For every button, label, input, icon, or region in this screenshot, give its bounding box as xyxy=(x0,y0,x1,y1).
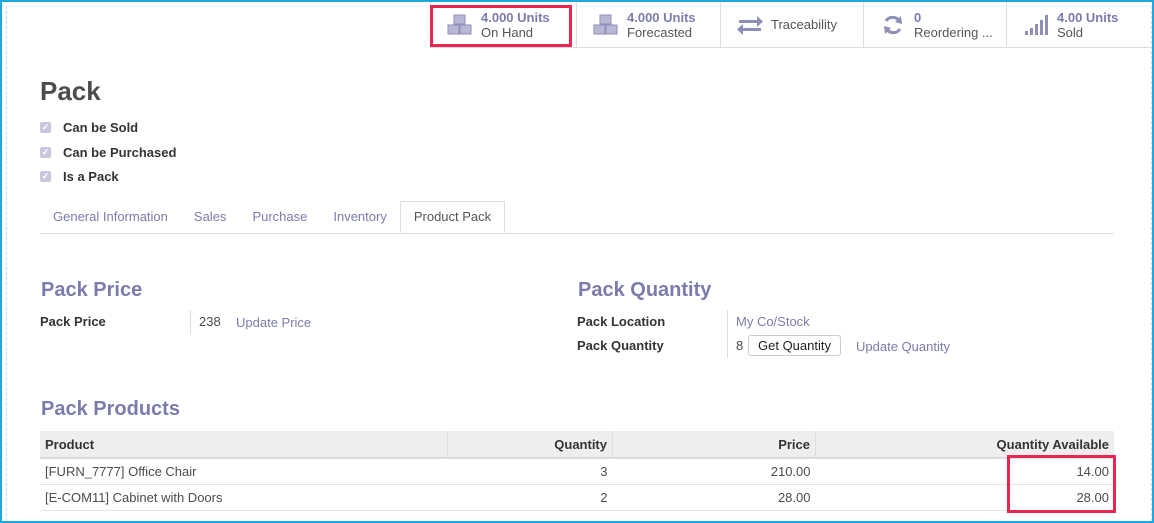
tab-general-information[interactable]: General Information xyxy=(40,201,181,233)
is-a-pack-row[interactable]: ✓ Is a Pack xyxy=(40,169,119,184)
smart-button-box: 4.000 Units On Hand 4.000 Units Forecasted… xyxy=(430,2,1152,48)
notebook-tabs: General Information Sales Purchase Inven… xyxy=(40,201,1114,234)
tab-inventory[interactable]: Inventory xyxy=(320,201,399,233)
pack-quantity-label: Pack Quantity xyxy=(577,338,664,353)
checkbox-is-a-pack[interactable]: ✓ xyxy=(40,171,51,182)
reordering-label: Reordering ... xyxy=(914,24,993,40)
tab-product-pack[interactable]: Product Pack xyxy=(399,201,506,233)
cubes-icon xyxy=(445,11,475,39)
quantity-available-cell: 14.00 xyxy=(815,458,1114,485)
pack-products-table: Product Quantity Price Quantity Availabl… xyxy=(40,431,1114,511)
table-row[interactable]: [FURN_7777] Office Chair 3 210.00 14.00 xyxy=(40,458,1114,485)
forecasted-value: 4.000 Units xyxy=(627,9,696,25)
product-cell: [FURN_7777] Office Chair xyxy=(40,458,448,485)
on-hand-value: 4.000 Units xyxy=(481,9,550,25)
quantity-available-cell: 28.00 xyxy=(815,484,1114,511)
forecasted-label: Forecasted xyxy=(627,24,693,40)
cubes-icon xyxy=(591,11,621,39)
pack-products-heading: Pack Products xyxy=(41,398,180,420)
checkbox-label: Is a Pack xyxy=(63,169,119,184)
update-price-link[interactable]: Update Price xyxy=(236,315,311,330)
pack-price-heading: Pack Price xyxy=(41,279,143,301)
traceability-label: Traceability xyxy=(771,17,837,32)
reordering-button[interactable]: 0 Reordering ... xyxy=(863,2,1006,47)
pack-price-label: Pack Price xyxy=(40,314,106,329)
price-cell: 210.00 xyxy=(612,458,816,485)
can-be-sold-row[interactable]: ✓ Can be Sold xyxy=(40,120,138,135)
update-quantity-link[interactable]: Update Quantity xyxy=(856,339,950,354)
column-header-product[interactable]: Product xyxy=(40,431,448,459)
checkbox-label: Can be Purchased xyxy=(63,145,177,160)
checkbox-can-be-purchased[interactable]: ✓ xyxy=(40,147,51,158)
sold-value: 4.00 Units xyxy=(1057,9,1119,25)
on-hand-label: On Hand xyxy=(481,24,534,40)
tab-purchase[interactable]: Purchase xyxy=(239,201,320,233)
quantity-cell: 3 xyxy=(447,458,613,485)
tab-sales[interactable]: Sales xyxy=(181,201,240,233)
can-be-purchased-row[interactable]: ✓ Can be Purchased xyxy=(40,145,176,160)
column-header-price[interactable]: Price xyxy=(612,431,816,459)
on-hand-button[interactable]: 4.000 Units On Hand xyxy=(430,2,576,47)
exchange-icon xyxy=(735,11,765,39)
column-header-quantity-available[interactable]: Quantity Available xyxy=(815,431,1114,459)
pack-location-link[interactable]: My Co/Stock xyxy=(736,314,810,329)
quantity-cell: 2 xyxy=(447,484,613,511)
sold-label: Sold xyxy=(1057,24,1084,40)
pack-quantity-heading: Pack Quantity xyxy=(578,279,712,301)
forecasted-button[interactable]: 4.000 Units Forecasted xyxy=(576,2,720,47)
column-header-quantity[interactable]: Quantity xyxy=(447,431,613,459)
pack-price-value: 238 xyxy=(199,314,221,329)
checkbox-can-be-sold[interactable]: ✓ xyxy=(40,122,51,133)
page-title: Pack xyxy=(40,76,101,106)
signal-icon xyxy=(1021,11,1051,39)
get-quantity-button[interactable]: Get Quantity xyxy=(748,335,841,356)
product-cell: [E-COM11] Cabinet with Doors xyxy=(40,484,448,511)
window-frame: 4.000 Units On Hand 4.000 Units Forecasted… xyxy=(0,0,1154,523)
table-row[interactable]: [E-COM11] Cabinet with Doors 2 28.00 28.… xyxy=(40,484,1114,511)
pack-location-label: Pack Location xyxy=(577,314,666,329)
traceability-button[interactable]: Traceability xyxy=(720,2,863,47)
sold-button[interactable]: 4.00 Units Sold xyxy=(1006,2,1152,47)
checkbox-label: Can be Sold xyxy=(63,120,139,135)
reordering-value: 0 xyxy=(914,9,922,25)
price-cell: 28.00 xyxy=(612,484,816,511)
refresh-icon xyxy=(878,11,908,39)
pack-quantity-value: 8 xyxy=(736,338,744,353)
